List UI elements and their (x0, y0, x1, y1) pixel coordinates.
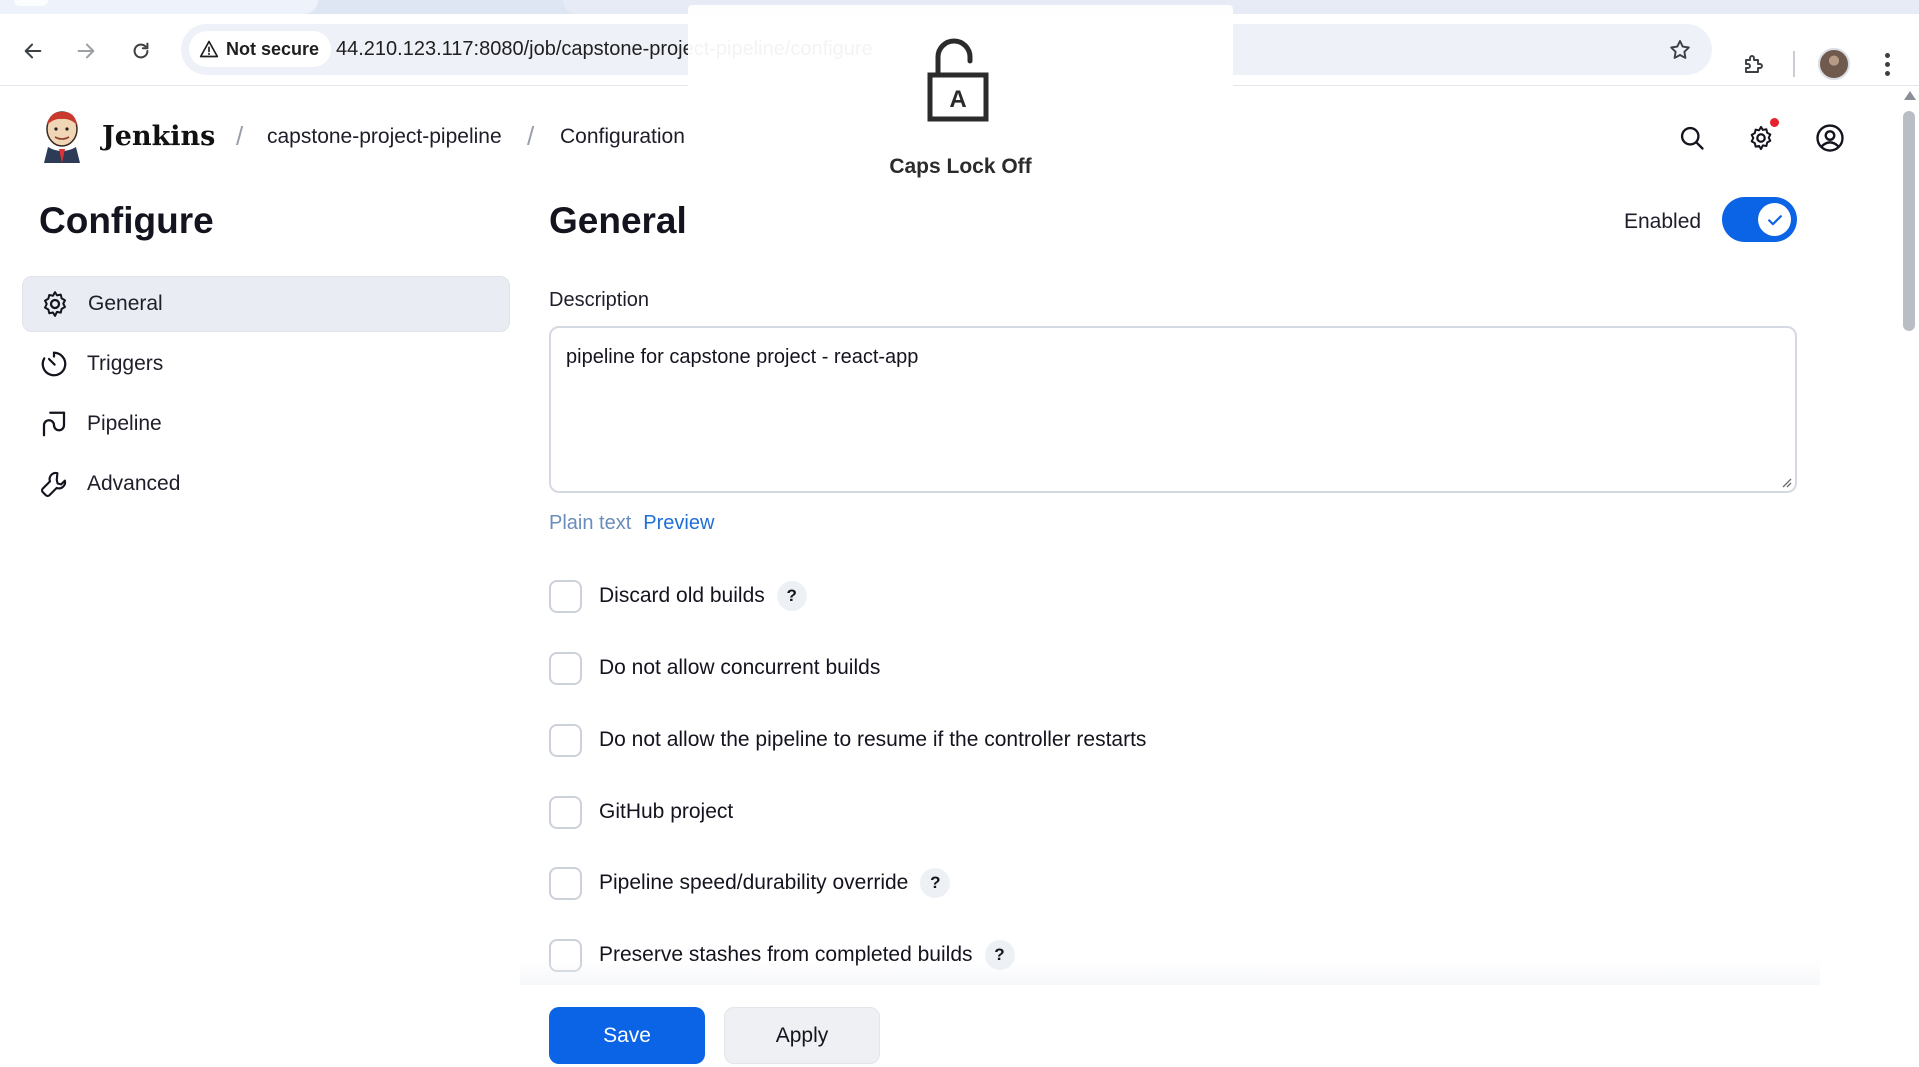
description-textarea[interactable]: pipeline for capstone project - react-ap… (549, 326, 1797, 493)
caps-lock-label: Caps Lock Off (889, 155, 1032, 178)
sidebar-item-label: General (88, 292, 163, 315)
star-icon (1670, 40, 1690, 59)
enabled-toggle[interactable] (1722, 197, 1797, 242)
checkbox[interactable] (549, 866, 582, 900)
forward-button[interactable] (71, 36, 101, 66)
breadcrumb-job[interactable]: capstone-project-pipeline (267, 125, 502, 149)
option-label[interactable]: Pipeline speed/durability override (599, 871, 908, 895)
arrow-right-icon (77, 43, 95, 59)
wrench-icon (38, 468, 70, 500)
sidebar-item-pipeline[interactable]: Pipeline (22, 396, 510, 452)
description-format-links: Plain text Preview (549, 512, 714, 535)
help-icon[interactable]: ? (776, 581, 807, 611)
option-label[interactable]: GitHub project (599, 800, 733, 824)
key-letter: A (949, 86, 966, 113)
sidebar-title: Configure (39, 200, 214, 241)
checkbox[interactable] (549, 651, 582, 685)
browser-tab[interactable] (0, 0, 318, 14)
option-durability-override: Pipeline speed/durability override ? (549, 866, 951, 900)
dot-icon (1884, 61, 1890, 67)
pipeline-icon (38, 408, 70, 440)
bottom-action-bar (0, 985, 1900, 1067)
description-value: pipeline for capstone project - react-ap… (566, 346, 919, 368)
sidebar-item-label: Pipeline (87, 412, 162, 435)
sidebar-item-label: Advanced (87, 472, 181, 495)
help-icon[interactable]: ? (920, 868, 951, 898)
user-button[interactable] (1814, 122, 1846, 154)
enabled-label: Enabled (1624, 210, 1702, 233)
sidebar-item-label: Triggers (87, 352, 164, 375)
security-label: Not secure (226, 38, 320, 59)
sidebar-item-advanced[interactable]: Advanced (22, 456, 510, 512)
arrow-left-icon (24, 43, 42, 59)
manage-jenkins-button[interactable] (1745, 118, 1779, 154)
gear-icon (39, 288, 71, 320)
resize-handle-icon[interactable] (1780, 476, 1792, 488)
gear-icon (1750, 125, 1772, 151)
security-indicator[interactable]: Not secure (189, 31, 332, 67)
extensions-button[interactable] (1738, 49, 1768, 79)
reload-icon (133, 42, 149, 59)
clock-icon (38, 348, 70, 380)
bookmark-button[interactable] (1666, 36, 1694, 64)
dot-icon (1884, 70, 1890, 76)
option-label[interactable]: Discard old builds (599, 584, 765, 608)
scrollbar-thumb[interactable] (1903, 111, 1915, 331)
option-label[interactable]: Do not allow the pipeline to resume if t… (599, 728, 1146, 752)
caps-lock-indicator: A Caps Lock Off (688, 5, 1233, 192)
sidebar-item-triggers[interactable]: Triggers (22, 336, 510, 392)
option-label[interactable]: Do not allow concurrent builds (599, 656, 880, 680)
unlocked-padlock-icon: A (927, 38, 989, 122)
checkbox[interactable] (549, 723, 582, 757)
puzzle-icon (1745, 55, 1763, 73)
user-circle-icon (1816, 124, 1844, 152)
checkbox[interactable] (549, 795, 582, 829)
plain-text-link[interactable]: Plain text (549, 512, 631, 535)
toolbar-divider (1793, 51, 1795, 77)
jenkins-logo-icon[interactable] (40, 109, 84, 163)
dot-icon (1884, 52, 1890, 58)
option-no-concurrent-builds: Do not allow concurrent builds (549, 651, 880, 685)
back-button[interactable] (18, 36, 48, 66)
option-discard-old-builds: Discard old builds ? (549, 579, 807, 613)
breadcrumb-separator: / (527, 121, 535, 151)
toggle-knob (1758, 203, 1791, 236)
tab-favicon (14, 0, 48, 6)
breadcrumb-separator: / (236, 121, 244, 151)
breadcrumb-configuration[interactable]: Configuration (560, 125, 685, 149)
option-github-project: GitHub project (549, 795, 733, 829)
warning-icon (199, 40, 219, 58)
description-label: Description (549, 289, 650, 311)
option-no-resume-on-restart: Do not allow the pipeline to resume if t… (549, 723, 1146, 757)
save-button[interactable]: Save (549, 1007, 705, 1064)
preview-link[interactable]: Preview (643, 512, 714, 535)
section-title: General (549, 200, 687, 241)
scroll-up-arrow-icon[interactable] (1904, 91, 1916, 100)
checkmark-icon (1767, 214, 1782, 225)
jenkins-brand[interactable]: Jenkins (102, 121, 215, 152)
browser-menu-button[interactable] (1876, 48, 1898, 80)
notification-badge (1770, 118, 1779, 127)
search-icon (1680, 126, 1704, 150)
search-button[interactable] (1676, 122, 1708, 154)
scrollbar[interactable] (1900, 87, 1919, 1067)
checkbox[interactable] (549, 579, 582, 613)
profile-avatar[interactable] (1818, 48, 1850, 80)
sidebar-item-general[interactable]: General (22, 276, 510, 332)
reload-button[interactable] (126, 36, 156, 66)
apply-button[interactable]: Apply (724, 1007, 880, 1064)
